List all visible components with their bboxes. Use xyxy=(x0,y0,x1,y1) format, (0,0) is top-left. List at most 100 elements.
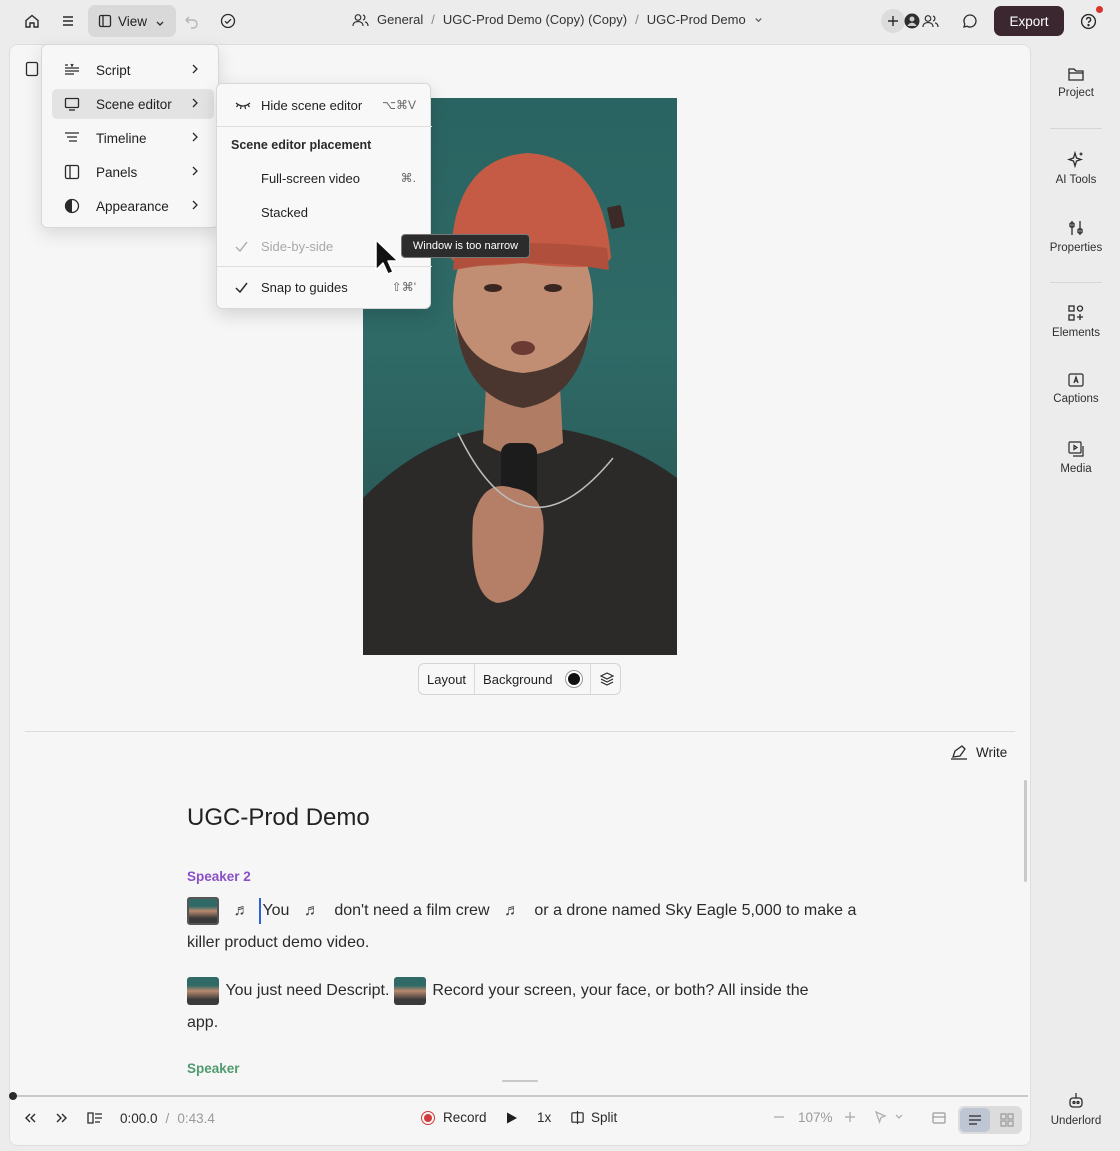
playback-progress-track[interactable] xyxy=(12,1095,1028,1097)
speaker-label[interactable]: Speaker 2 xyxy=(187,869,251,884)
speaker-label[interactable]: Speaker xyxy=(187,1061,240,1076)
playhead-handle[interactable] xyxy=(9,1092,17,1100)
view-toggle[interactable] xyxy=(958,1106,1022,1134)
script-text: Record your screen, your face, or both? … xyxy=(432,982,809,999)
chevron-right-icon xyxy=(192,132,198,142)
background-label: Background xyxy=(483,671,553,687)
grid-view-icon[interactable] xyxy=(1000,1113,1014,1127)
timeline-icon xyxy=(64,130,80,146)
menu-item-hide-scene-editor[interactable]: Hide scene editor ⌥⌘V xyxy=(225,90,424,120)
chevron-right-icon xyxy=(192,98,198,108)
scene-thumbnail[interactable] xyxy=(187,976,219,1005)
chevron-down-icon xyxy=(156,21,164,26)
menu-item-appearance[interactable]: Appearance xyxy=(52,191,214,221)
timecode: 0:00.0 / 0:43.4 xyxy=(120,1111,215,1126)
script-view-icon[interactable] xyxy=(960,1108,990,1132)
script-text: killer product demo video. xyxy=(187,934,370,951)
zoom-level: 107% xyxy=(798,1110,833,1125)
layout-button[interactable]: Layout xyxy=(419,664,476,694)
music-note-icon: ♬ xyxy=(303,902,320,919)
menu-item-panels[interactable]: Panels xyxy=(52,157,214,187)
breadcrumb-separator: / xyxy=(635,12,639,27)
panel-divider[interactable] xyxy=(25,731,1015,732)
eye-closed-icon xyxy=(225,100,261,110)
export-button[interactable]: Export xyxy=(994,6,1064,36)
chapters-icon[interactable] xyxy=(86,1110,104,1126)
monitor-icon xyxy=(64,96,80,112)
panels-icon xyxy=(64,164,80,180)
sliders-icon xyxy=(1069,221,1083,235)
pen-icon xyxy=(951,745,967,760)
menu-item-snap-to-guides[interactable]: Snap to guides ⇧⌘' xyxy=(225,272,424,302)
split-icon xyxy=(571,1110,584,1125)
scene-thumbnail[interactable] xyxy=(393,976,426,1005)
script-text: or a drone named Sky Eagle 5,000 to make… xyxy=(534,902,857,919)
sidebar-item-captions[interactable]: Captions xyxy=(1040,372,1112,405)
record-label: Record xyxy=(443,1110,487,1125)
selection-tool-icon[interactable] xyxy=(874,1110,904,1124)
sidebar-item-label: AI Tools xyxy=(1055,174,1097,186)
script-icon xyxy=(64,62,80,78)
zoom-out-icon[interactable] xyxy=(772,1110,786,1124)
scene-thumbnail[interactable] xyxy=(187,896,219,925)
comment-icon[interactable] xyxy=(958,9,982,33)
view-menu-button[interactable]: View xyxy=(88,5,176,37)
keyboard-shortcut: ⇧⌘' xyxy=(391,280,416,294)
script-paragraph[interactable]: ♬ You ♬ don't need a film crew ♬ or a dro… xyxy=(187,895,867,959)
sidebar-item-ai-tools[interactable]: AI Tools xyxy=(1040,151,1112,186)
time-total: 0:43.4 xyxy=(177,1111,215,1126)
menu-item-label: Panels xyxy=(96,164,138,180)
breadcrumb-project[interactable]: UGC-Prod Demo xyxy=(647,12,746,27)
split-button[interactable]: Split xyxy=(570,1110,617,1125)
script-title[interactable]: UGC-Prod Demo xyxy=(187,804,370,832)
menu-item-label: Full-screen video xyxy=(261,170,360,186)
playback-speed[interactable]: 1x xyxy=(537,1110,551,1125)
contrast-icon xyxy=(64,198,80,214)
view-menu: Script Scene editor Timeline Panels Appe… xyxy=(41,44,219,228)
music-note-icon: ♬ xyxy=(233,902,250,919)
record-button[interactable]: Record xyxy=(421,1110,487,1125)
aspect-ratio-icon[interactable] xyxy=(25,61,39,77)
breadcrumb: General / UGC-Prod Demo (Copy) (Copy) / … xyxy=(352,12,763,27)
sidebar-item-underlord[interactable]: Underlord xyxy=(1040,1092,1112,1127)
script-scrollbar[interactable] xyxy=(1024,780,1027,882)
check-circle-icon[interactable] xyxy=(216,9,240,33)
skip-forward-icon[interactable] xyxy=(54,1110,70,1126)
menu-item-full-screen-video[interactable]: Full-screen video ⌘. xyxy=(225,163,424,193)
sidebar-item-project[interactable]: Project xyxy=(1040,66,1112,99)
share-users-icon[interactable] xyxy=(918,9,942,33)
breadcrumb-folder[interactable]: UGC-Prod Demo (Copy) (Copy) xyxy=(443,12,627,27)
canvas-toolbar: Layout Background xyxy=(418,663,621,695)
undo-icon[interactable] xyxy=(180,9,204,33)
keyboard-shortcut: ⌥⌘V xyxy=(382,98,416,112)
write-button[interactable]: Write xyxy=(950,744,1007,760)
timeline-resize-handle[interactable] xyxy=(502,1080,538,1082)
sidebar-item-properties[interactable]: Properties xyxy=(1040,219,1112,254)
play-icon[interactable] xyxy=(503,1110,519,1126)
menu-item-timeline[interactable]: Timeline xyxy=(52,123,214,153)
script-paragraph[interactable]: You just need Descript. Record your scre… xyxy=(187,975,867,1039)
breadcrumb-workspace[interactable]: General xyxy=(377,12,423,27)
layout-icon xyxy=(98,14,112,28)
menu-item-script[interactable]: Script xyxy=(52,55,214,85)
menu-item-label: Scene editor xyxy=(96,96,172,112)
sidebar-item-elements[interactable]: Elements xyxy=(1040,304,1112,339)
sidebar-item-media[interactable]: Media xyxy=(1040,440,1112,475)
shapes-icon xyxy=(1068,305,1084,321)
zoom-in-icon[interactable] xyxy=(843,1110,857,1124)
music-note-icon: ♬ xyxy=(503,902,520,919)
background-button[interactable]: Background xyxy=(475,664,590,694)
layers-icon[interactable] xyxy=(590,664,623,694)
menu-item-stacked[interactable]: Stacked xyxy=(225,197,424,227)
write-label: Write xyxy=(976,744,1008,760)
menu-item-scene-editor[interactable]: Scene editor xyxy=(52,89,214,119)
home-icon[interactable] xyxy=(20,9,44,33)
menu-icon[interactable] xyxy=(56,9,80,33)
speaker-name: Speaker 2 xyxy=(187,869,251,884)
timeline-view-icon[interactable] xyxy=(931,1110,947,1126)
skip-back-icon[interactable] xyxy=(22,1110,38,1126)
help-icon[interactable] xyxy=(1076,9,1100,33)
check-icon xyxy=(225,282,261,293)
chevron-down-icon[interactable] xyxy=(754,15,763,24)
notification-dot xyxy=(1096,6,1103,13)
